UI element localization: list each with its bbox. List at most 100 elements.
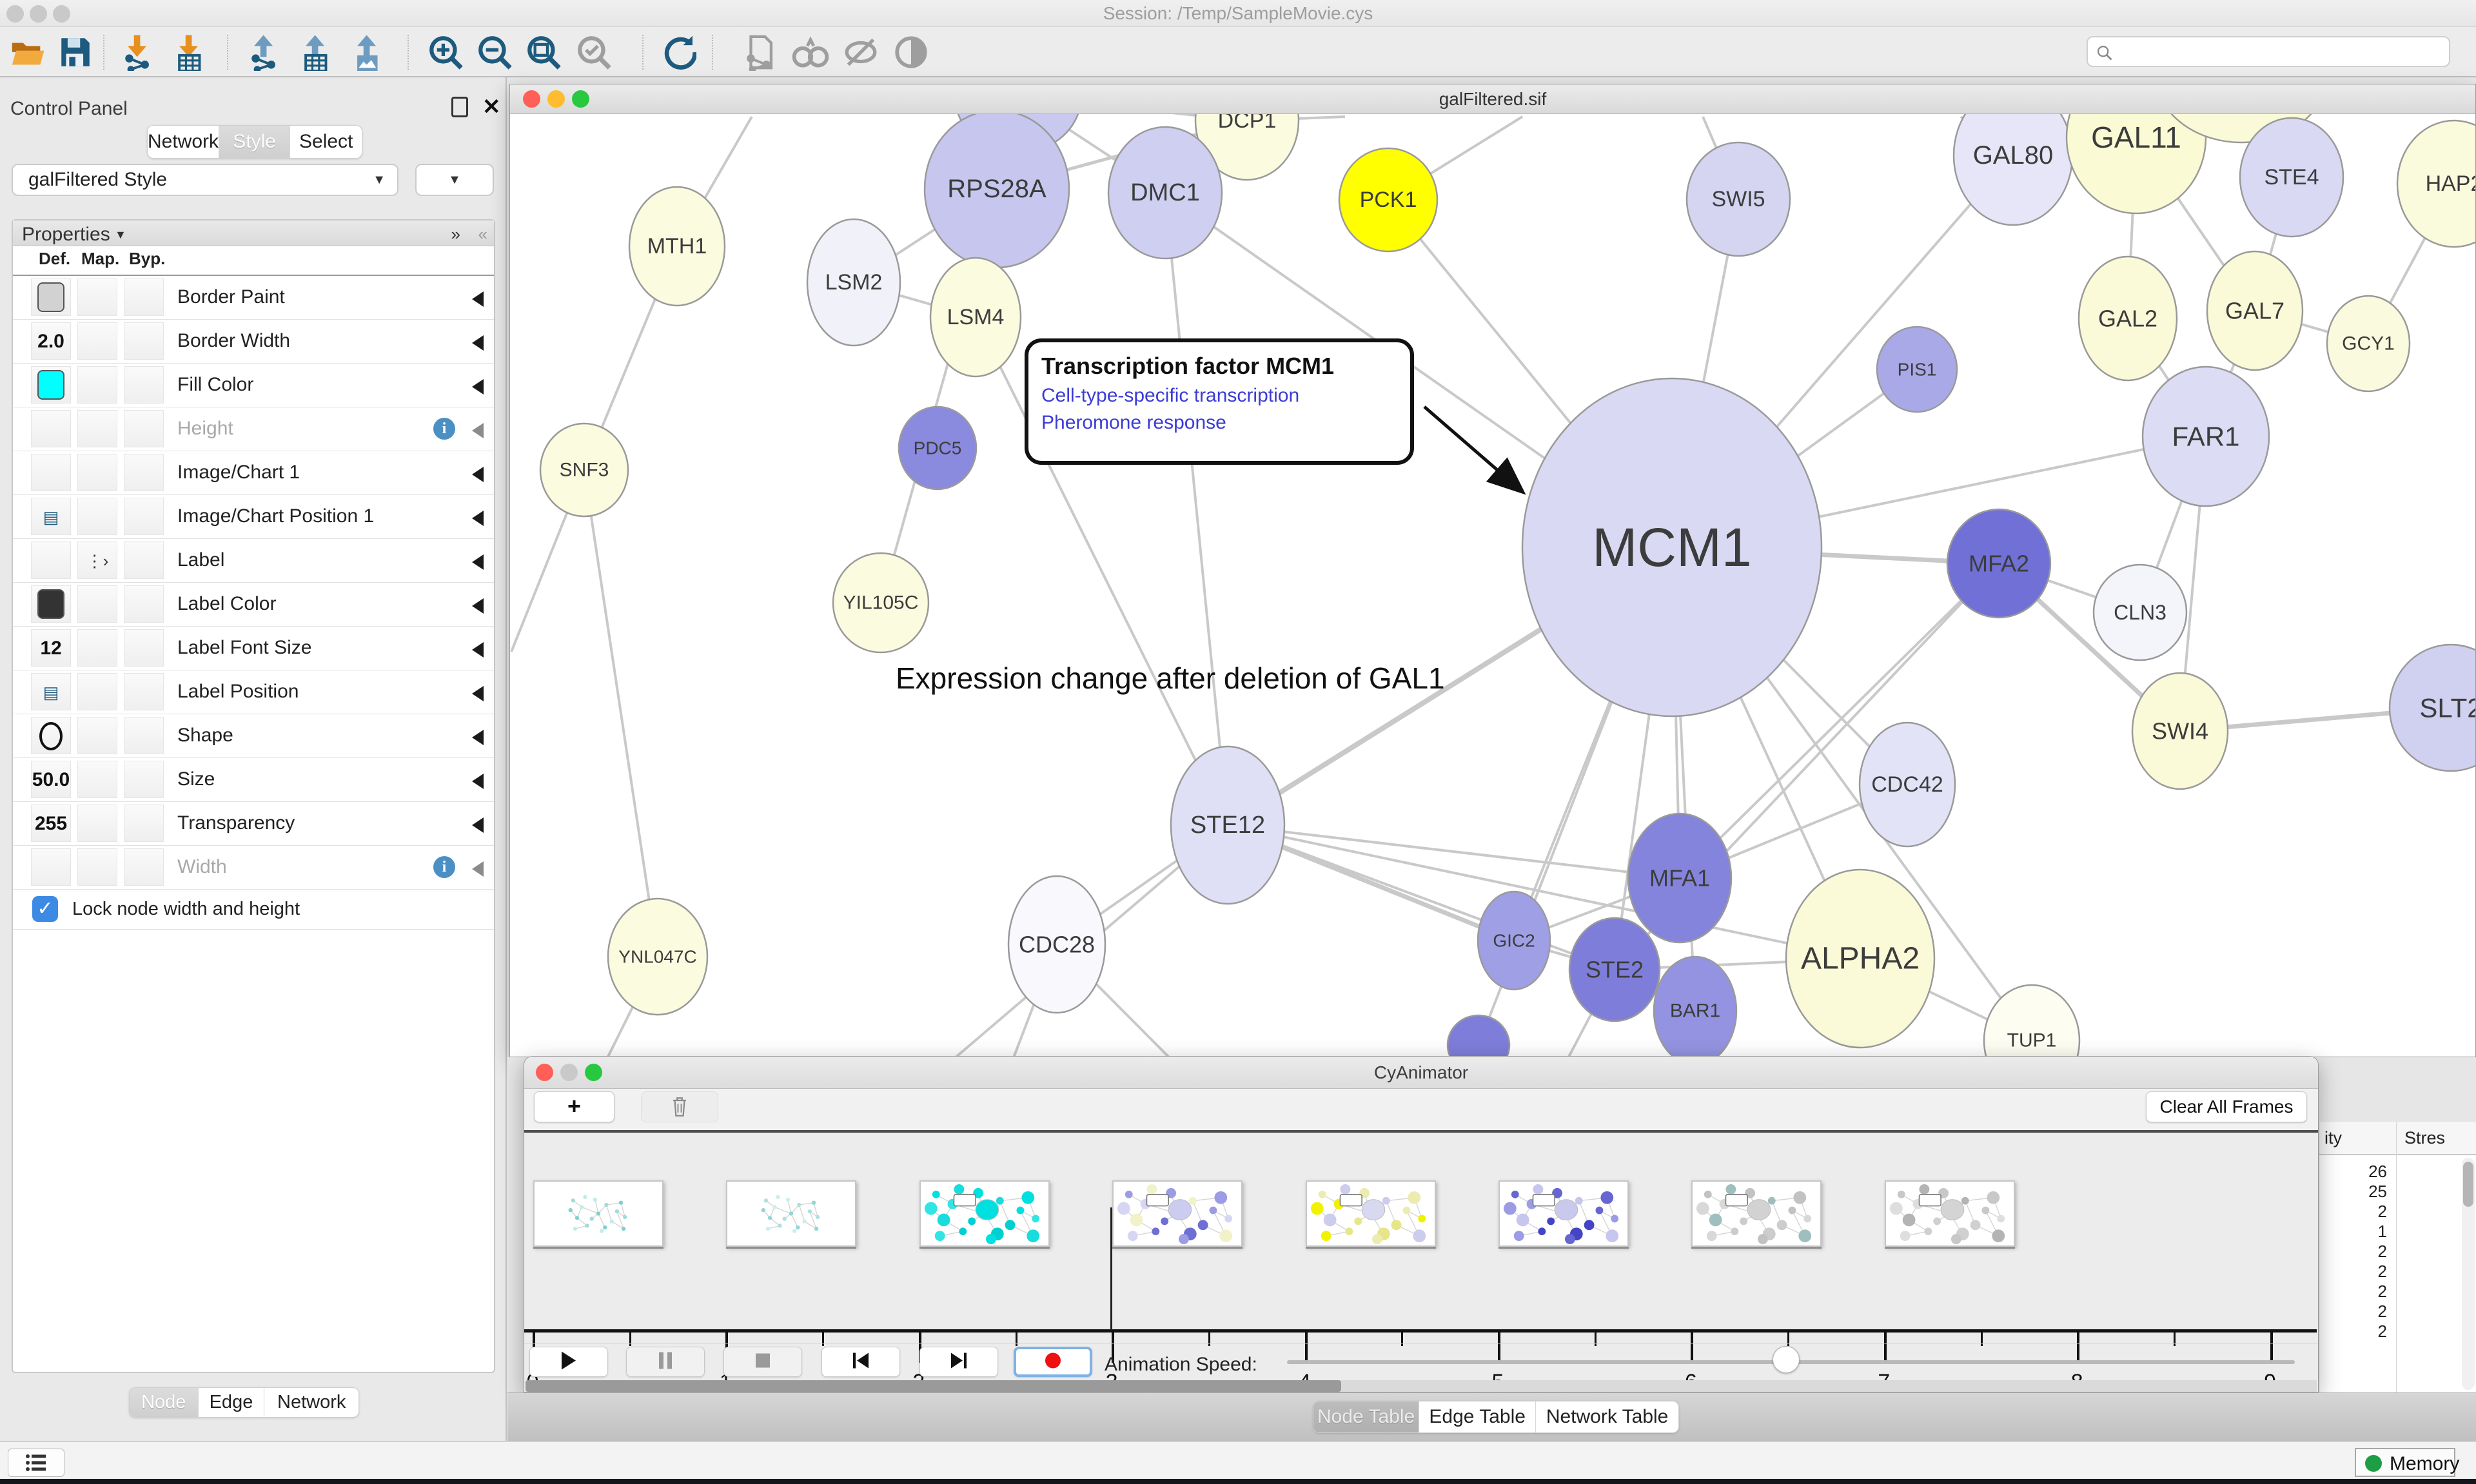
close-panel-icon[interactable]: ✕ [482,94,501,120]
default-cell[interactable]: ▤ [31,498,71,535]
property-row[interactable]: Label Color [13,583,494,627]
zoom-out-icon[interactable] [476,34,513,71]
property-row[interactable]: Shape [13,714,494,758]
tab-node-table[interactable]: Node Table [1313,1401,1419,1432]
table-scrollbar[interactable] [2462,1158,2475,1390]
tab-network-table[interactable]: Network Table [1536,1401,1678,1432]
mapping-cell[interactable] [77,629,117,667]
node-YIL105C[interactable]: YIL105C [833,553,928,652]
close-window-icon[interactable] [6,5,24,23]
node-CLN3[interactable]: CLN3 [2094,565,2186,660]
node-MFA1[interactable]: MFA1 [1628,814,1731,942]
clear-all-frames-button[interactable]: Clear All Frames [2146,1091,2307,1122]
node-purple_b[interactable] [1448,1015,1509,1057]
node-MCM1[interactable]: MCM1 [1522,378,1822,716]
property-row[interactable]: Height i [13,407,494,451]
record-button[interactable] [1014,1347,1092,1377]
bypass-cell[interactable] [124,366,164,404]
show-panel-icon[interactable] [892,34,930,71]
annotation-link[interactable]: Pheromone response [1041,412,1397,434]
scrollbar-thumb[interactable] [526,1380,1341,1392]
table-cell-value[interactable]: 2 [2319,1302,2396,1322]
import-network-icon[interactable] [120,34,157,71]
default-cell[interactable]: 2.0 [31,322,71,360]
node-GIC2[interactable]: GIC2 [1478,892,1550,990]
collapse-arrow-icon[interactable] [472,598,484,614]
property-row[interactable]: 50.0 Size [13,758,494,802]
default-cell[interactable] [31,542,71,579]
network-canvas[interactable]: DCP1RPS28ADMC1PCK1SWI5GAL80GAL11STE4HAP2… [510,114,2475,1057]
node-YNL047C[interactable]: YNL047C [608,899,707,1015]
hide-panel-icon[interactable] [842,34,879,71]
collapse-arrow-icon[interactable] [472,730,484,745]
bypass-cell[interactable] [124,410,164,447]
zoom-selected-icon[interactable] [575,34,613,71]
tab-network[interactable]: Network [148,126,219,158]
info-icon[interactable]: i [433,418,455,440]
node-HAP2[interactable]: HAP2 [2397,121,2475,247]
refresh-icon[interactable] [659,34,696,71]
collapse-arrow-icon[interactable] [472,642,484,658]
tab-style[interactable]: Style [219,126,291,158]
close-window-icon[interactable] [536,1064,553,1081]
table-cell-value[interactable]: 2 [2319,1242,2396,1262]
minimize-window-icon[interactable] [547,90,565,108]
default-cell[interactable] [31,717,71,754]
node-PCK1[interactable]: PCK1 [1339,148,1437,251]
mapping-cell[interactable]: ⋮› [77,542,117,579]
bypass-cell[interactable] [124,629,164,667]
ellipse-shape-icon[interactable] [39,722,63,750]
default-cell[interactable] [31,366,71,404]
animation-frame-7[interactable] [1691,1180,1822,1247]
pause-button[interactable] [626,1347,705,1377]
memory-button[interactable]: Memory [2355,1448,2455,1477]
default-cell[interactable] [31,410,71,447]
maximize-window-icon[interactable] [585,1064,602,1081]
info-icon[interactable]: i [433,856,455,878]
edge[interactable] [1165,193,1228,825]
default-cell[interactable]: 255 [31,805,71,842]
node-PIS1[interactable]: PIS1 [1877,327,1957,412]
column-header[interactable]: ity [2324,1128,2342,1148]
animation-frame-1[interactable] [533,1180,663,1247]
node-STE12[interactable]: STE12 [1171,747,1284,904]
style-dropdown[interactable]: galFiltered Style ▼ [12,164,398,196]
float-panel-icon[interactable] [451,97,468,117]
property-row[interactable]: 12 Label Font Size [13,627,494,670]
tab-edge[interactable]: Edge [199,1388,265,1417]
table-cell-value[interactable]: 25 [2319,1182,2396,1202]
mapping-cell[interactable] [77,761,117,798]
mapping-cell[interactable] [77,322,117,360]
skip-to-end-button[interactable] [919,1347,998,1377]
minimize-window-icon[interactable] [30,5,47,23]
node-CDC42[interactable]: CDC42 [1860,723,1955,846]
collapse-arrow-icon[interactable] [472,686,484,701]
node-RPS28A[interactable]: RPS28A [925,114,1069,268]
edge[interactable] [584,470,658,957]
export-network-icon[interactable] [246,34,284,71]
property-row[interactable]: 2.0 Border Width [13,320,494,364]
animation-frame-4[interactable] [1112,1180,1243,1247]
maximize-window-icon[interactable] [572,90,589,108]
search-input[interactable] [2087,36,2450,67]
property-row[interactable]: 255 Transparency [13,802,494,846]
bypass-cell[interactable] [124,673,164,710]
color-swatch[interactable] [37,589,64,619]
node-MTH1[interactable]: MTH1 [629,187,725,306]
delete-frame-button[interactable] [641,1091,718,1122]
properties-header[interactable]: Properties ▼ » « [13,220,494,246]
tab-edge-table[interactable]: Edge Table [1419,1401,1536,1432]
add-frame-button[interactable]: + [534,1091,614,1122]
copy-network-icon[interactable] [742,34,779,71]
default-cell[interactable] [31,278,71,316]
animation-frame-2[interactable] [726,1180,856,1247]
animation-frame-5[interactable] [1306,1180,1436,1247]
table-header-row[interactable]: ity Stres [2319,1122,2476,1155]
default-cell[interactable] [31,454,71,491]
table-cell-value[interactable]: 2 [2319,1322,2396,1342]
mapping-cell[interactable] [77,498,117,535]
property-row[interactable]: Image/Chart 1 [13,451,494,495]
collapse-arrow-icon[interactable] [472,291,484,307]
bypass-cell[interactable] [124,585,164,623]
table-cell-value[interactable]: 1 [2319,1222,2396,1242]
